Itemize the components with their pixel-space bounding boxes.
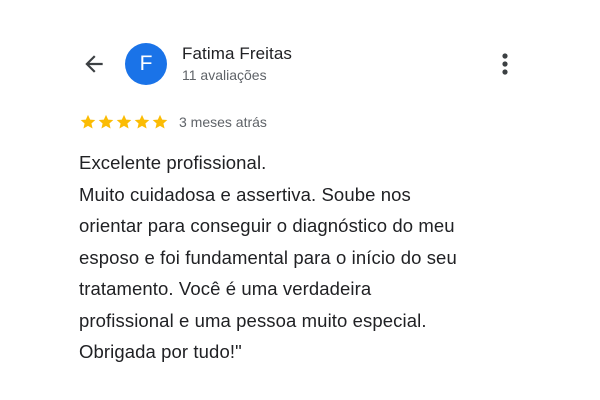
star-icon <box>152 114 168 129</box>
review-text: Excelente profissional. Muito cuidadosa e… <box>79 147 549 368</box>
star-icon <box>116 114 132 129</box>
avatar-letter: F <box>139 52 153 75</box>
more-vert-icon <box>502 53 508 75</box>
review-text-line: orientar para conseguir o diagnóstico do… <box>79 215 455 236</box>
star-icon <box>80 114 96 129</box>
review-text-line: profissional e uma pessoa muito especial… <box>79 309 427 331</box>
rating-row: 3 meses atrás <box>79 113 267 131</box>
star-icon <box>98 114 114 129</box>
back-button[interactable] <box>78 48 110 80</box>
review-card: F Fatima Freitas 11 avaliações 3 meses a… <box>0 0 600 400</box>
review-text-line: esposo e foi fundamental para o início d… <box>79 246 457 268</box>
review-text-line: Muito cuidadosa e assertiva. Soube nos <box>79 183 411 205</box>
review-text-line: Excelente profissional. <box>79 152 267 173</box>
star-icon <box>134 114 150 129</box>
review-date: 3 meses atrás <box>179 114 267 130</box>
review-count: 11 avaliações <box>182 67 267 83</box>
arrow-left-icon <box>85 55 103 73</box>
more-options-button[interactable] <box>494 50 516 78</box>
reviewer-name[interactable]: Fatima Freitas <box>182 44 292 64</box>
avatar[interactable]: F <box>125 43 167 85</box>
review-text-line: Obrigada por tudo!" <box>79 341 242 362</box>
reviewer-info: Fatima Freitas 11 avaliações <box>182 44 292 84</box>
review-text-line: tratamento. Você é uma verdadeira <box>79 278 372 299</box>
star-rating <box>79 113 169 131</box>
